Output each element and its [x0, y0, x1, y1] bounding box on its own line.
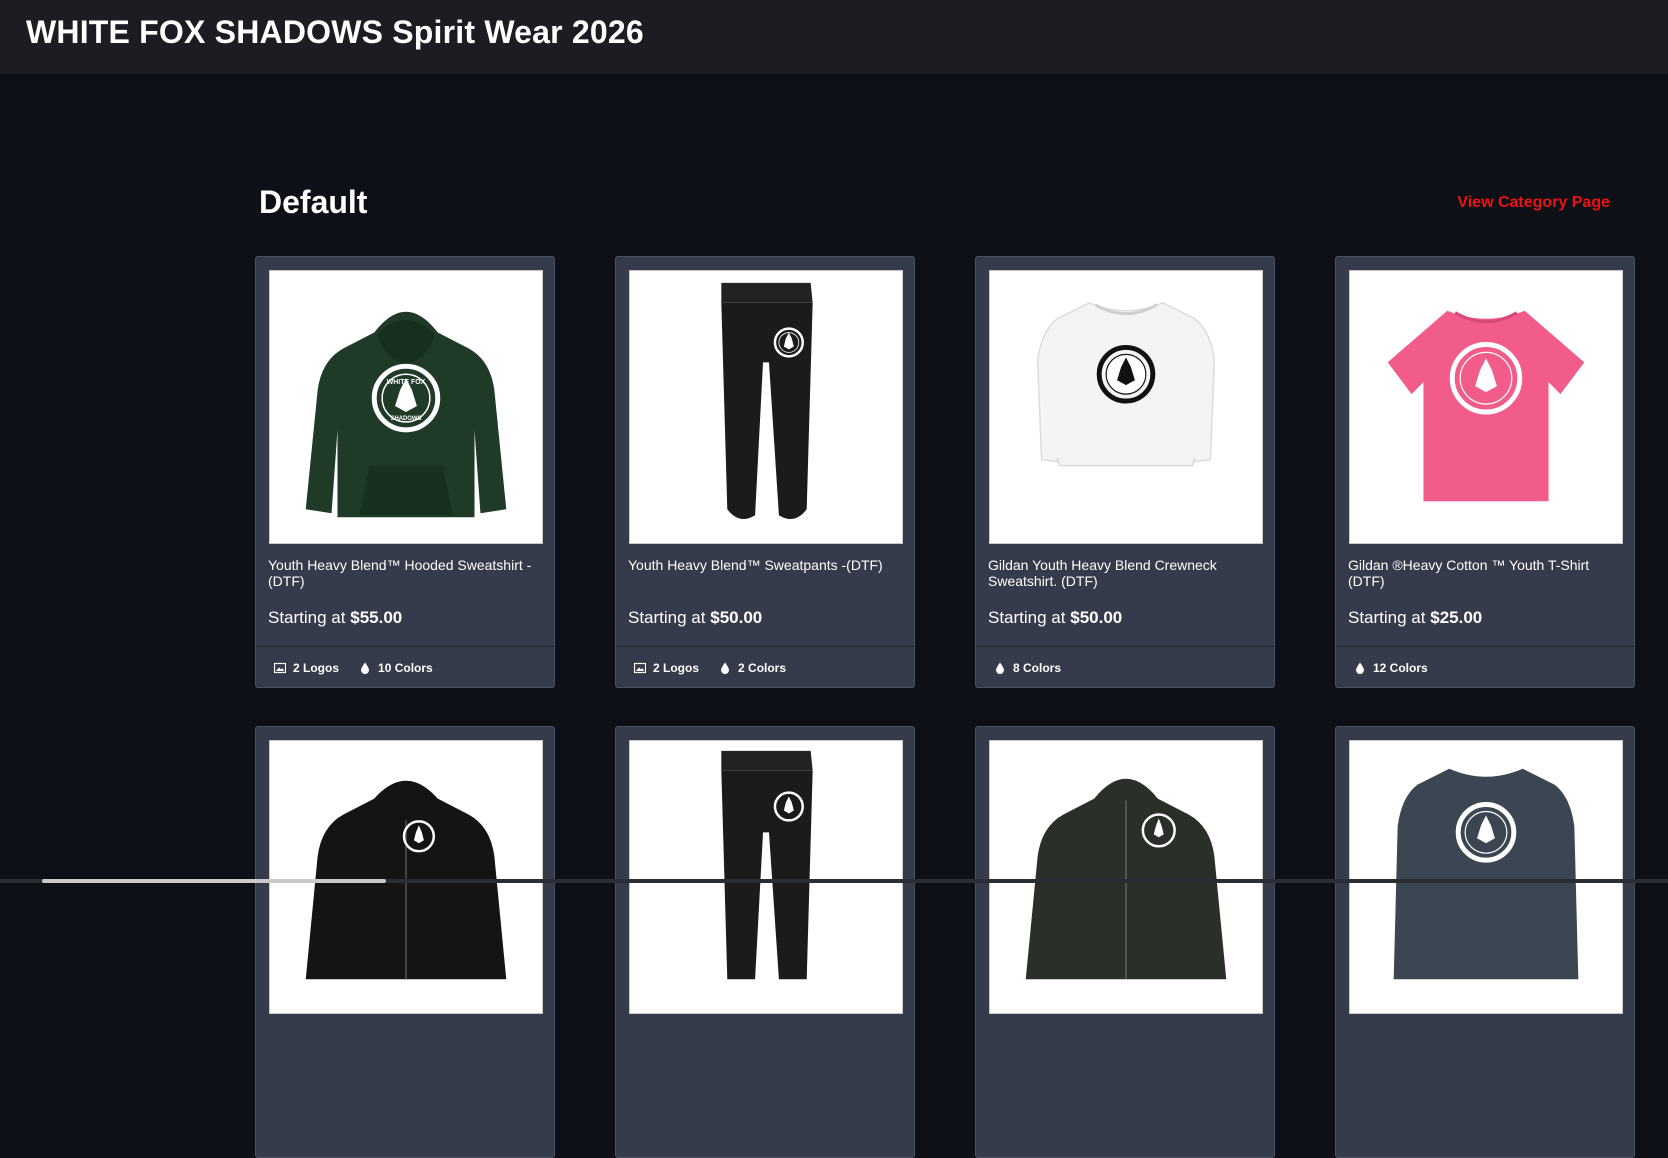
product-image-hoodie[interactable]: WHITE FOX SHADOWS	[269, 270, 543, 544]
site-title: WHITE FOX SHADOWS Spirit Wear 2026	[26, 14, 644, 50]
logos-label: 2 Logos	[653, 661, 700, 675]
product-image-sweatpants[interactable]	[629, 740, 903, 1014]
crewneck-sweatshirt-icon	[1393, 768, 1579, 980]
card-divider	[1336, 646, 1634, 647]
image-icon	[634, 662, 646, 674]
logos-count: 2 Logos	[274, 661, 339, 675]
colors-label: 2 Colors	[738, 661, 787, 675]
product-meta: 12 Colors	[1354, 661, 1448, 675]
product-name[interactable]: Youth Heavy Blend™ Sweatpants -(DTF)	[628, 557, 906, 573]
category-title: Default	[259, 184, 368, 220]
product-card[interactable]: Gildan Youth Heavy Blend Crewneck Sweats…	[975, 256, 1275, 688]
top-bar: WHITE FOX SHADOWS Spirit Wear 2026	[0, 0, 1668, 74]
product-image-zip-hoodie[interactable]	[989, 740, 1263, 1014]
price-value: $55.00	[350, 608, 403, 627]
product-card[interactable]	[1335, 726, 1635, 1158]
colors-count: 12 Colors	[1354, 661, 1428, 675]
product-name[interactable]: Gildan Youth Heavy Blend Crewneck Sweats…	[988, 557, 1266, 589]
tshirt-icon	[1387, 310, 1585, 502]
zip-hoodie-icon	[305, 780, 507, 980]
logos-count: 2 Logos	[634, 661, 699, 675]
product-card[interactable]	[615, 726, 915, 1158]
product-card[interactable]	[255, 726, 555, 1158]
product-card[interactable]: Gildan ®Heavy Cotton ™ Youth T-Shirt (DT…	[1335, 256, 1635, 688]
card-divider	[616, 646, 914, 647]
zip-hoodie-icon	[1025, 778, 1227, 980]
product-price: Starting at $55.00	[268, 608, 402, 628]
product-meta: 2 Logos 2 Colors	[634, 661, 806, 675]
droplet-icon	[719, 662, 731, 674]
price-value: $50.00	[1070, 608, 1123, 627]
price-prefix: Starting at	[268, 608, 346, 627]
droplet-icon	[994, 662, 1006, 674]
colors-count: 8 Colors	[994, 661, 1061, 675]
price-prefix: Starting at	[988, 608, 1066, 627]
colors-count: 2 Colors	[719, 661, 786, 675]
droplet-icon	[359, 662, 371, 674]
card-divider	[256, 646, 554, 647]
colors-label: 12 Colors	[1373, 661, 1428, 675]
product-price: Starting at $50.00	[988, 608, 1122, 628]
sweatpants-icon	[721, 750, 813, 980]
product-image-crewneck[interactable]	[989, 270, 1263, 544]
product-price: Starting at $50.00	[628, 608, 762, 628]
product-image-sweatpants[interactable]	[629, 270, 903, 544]
droplet-icon	[1354, 662, 1366, 674]
card-divider	[976, 646, 1274, 647]
logo-text-bottom: SHADOWS	[390, 416, 421, 422]
logos-label: 2 Logos	[293, 661, 340, 675]
product-name[interactable]: Youth Heavy Blend™ Hooded Sweatshirt - (…	[268, 557, 546, 589]
colors-label: 8 Colors	[1013, 661, 1062, 675]
product-meta: 2 Logos 10 Colors	[274, 661, 453, 675]
product-card[interactable]: Youth Heavy Blend™ Sweatpants -(DTF) Sta…	[615, 256, 915, 688]
product-image-crewneck[interactable]	[1349, 740, 1623, 1014]
logo-text-top: WHITE FOX	[387, 379, 426, 386]
horizontal-scrollbar-thumb[interactable]	[42, 879, 386, 883]
product-card[interactable]	[975, 726, 1275, 1158]
sweatpants-icon	[721, 282, 813, 520]
product-card[interactable]: WHITE FOX SHADOWS Youth Heavy Blend™ Hoo…	[255, 256, 555, 688]
product-image-tshirt[interactable]	[1349, 270, 1623, 544]
hoodie-icon: WHITE FOX SHADOWS	[305, 311, 507, 518]
price-prefix: Starting at	[628, 608, 706, 627]
colors-label: 10 Colors	[378, 661, 433, 675]
price-value: $25.00	[1430, 608, 1483, 627]
price-value: $50.00	[710, 608, 763, 627]
view-category-page-link[interactable]: View Category Page	[1457, 194, 1610, 212]
colors-count: 10 Colors	[359, 661, 433, 675]
price-prefix: Starting at	[1348, 608, 1426, 627]
crewneck-sweatshirt-icon	[1036, 301, 1216, 467]
image-icon	[274, 662, 286, 674]
product-name[interactable]: Gildan ®Heavy Cotton ™ Youth T-Shirt (DT…	[1348, 557, 1626, 589]
product-meta: 8 Colors	[994, 661, 1081, 675]
product-image-zip-hoodie[interactable]	[269, 740, 543, 1014]
product-price: Starting at $25.00	[1348, 608, 1482, 628]
